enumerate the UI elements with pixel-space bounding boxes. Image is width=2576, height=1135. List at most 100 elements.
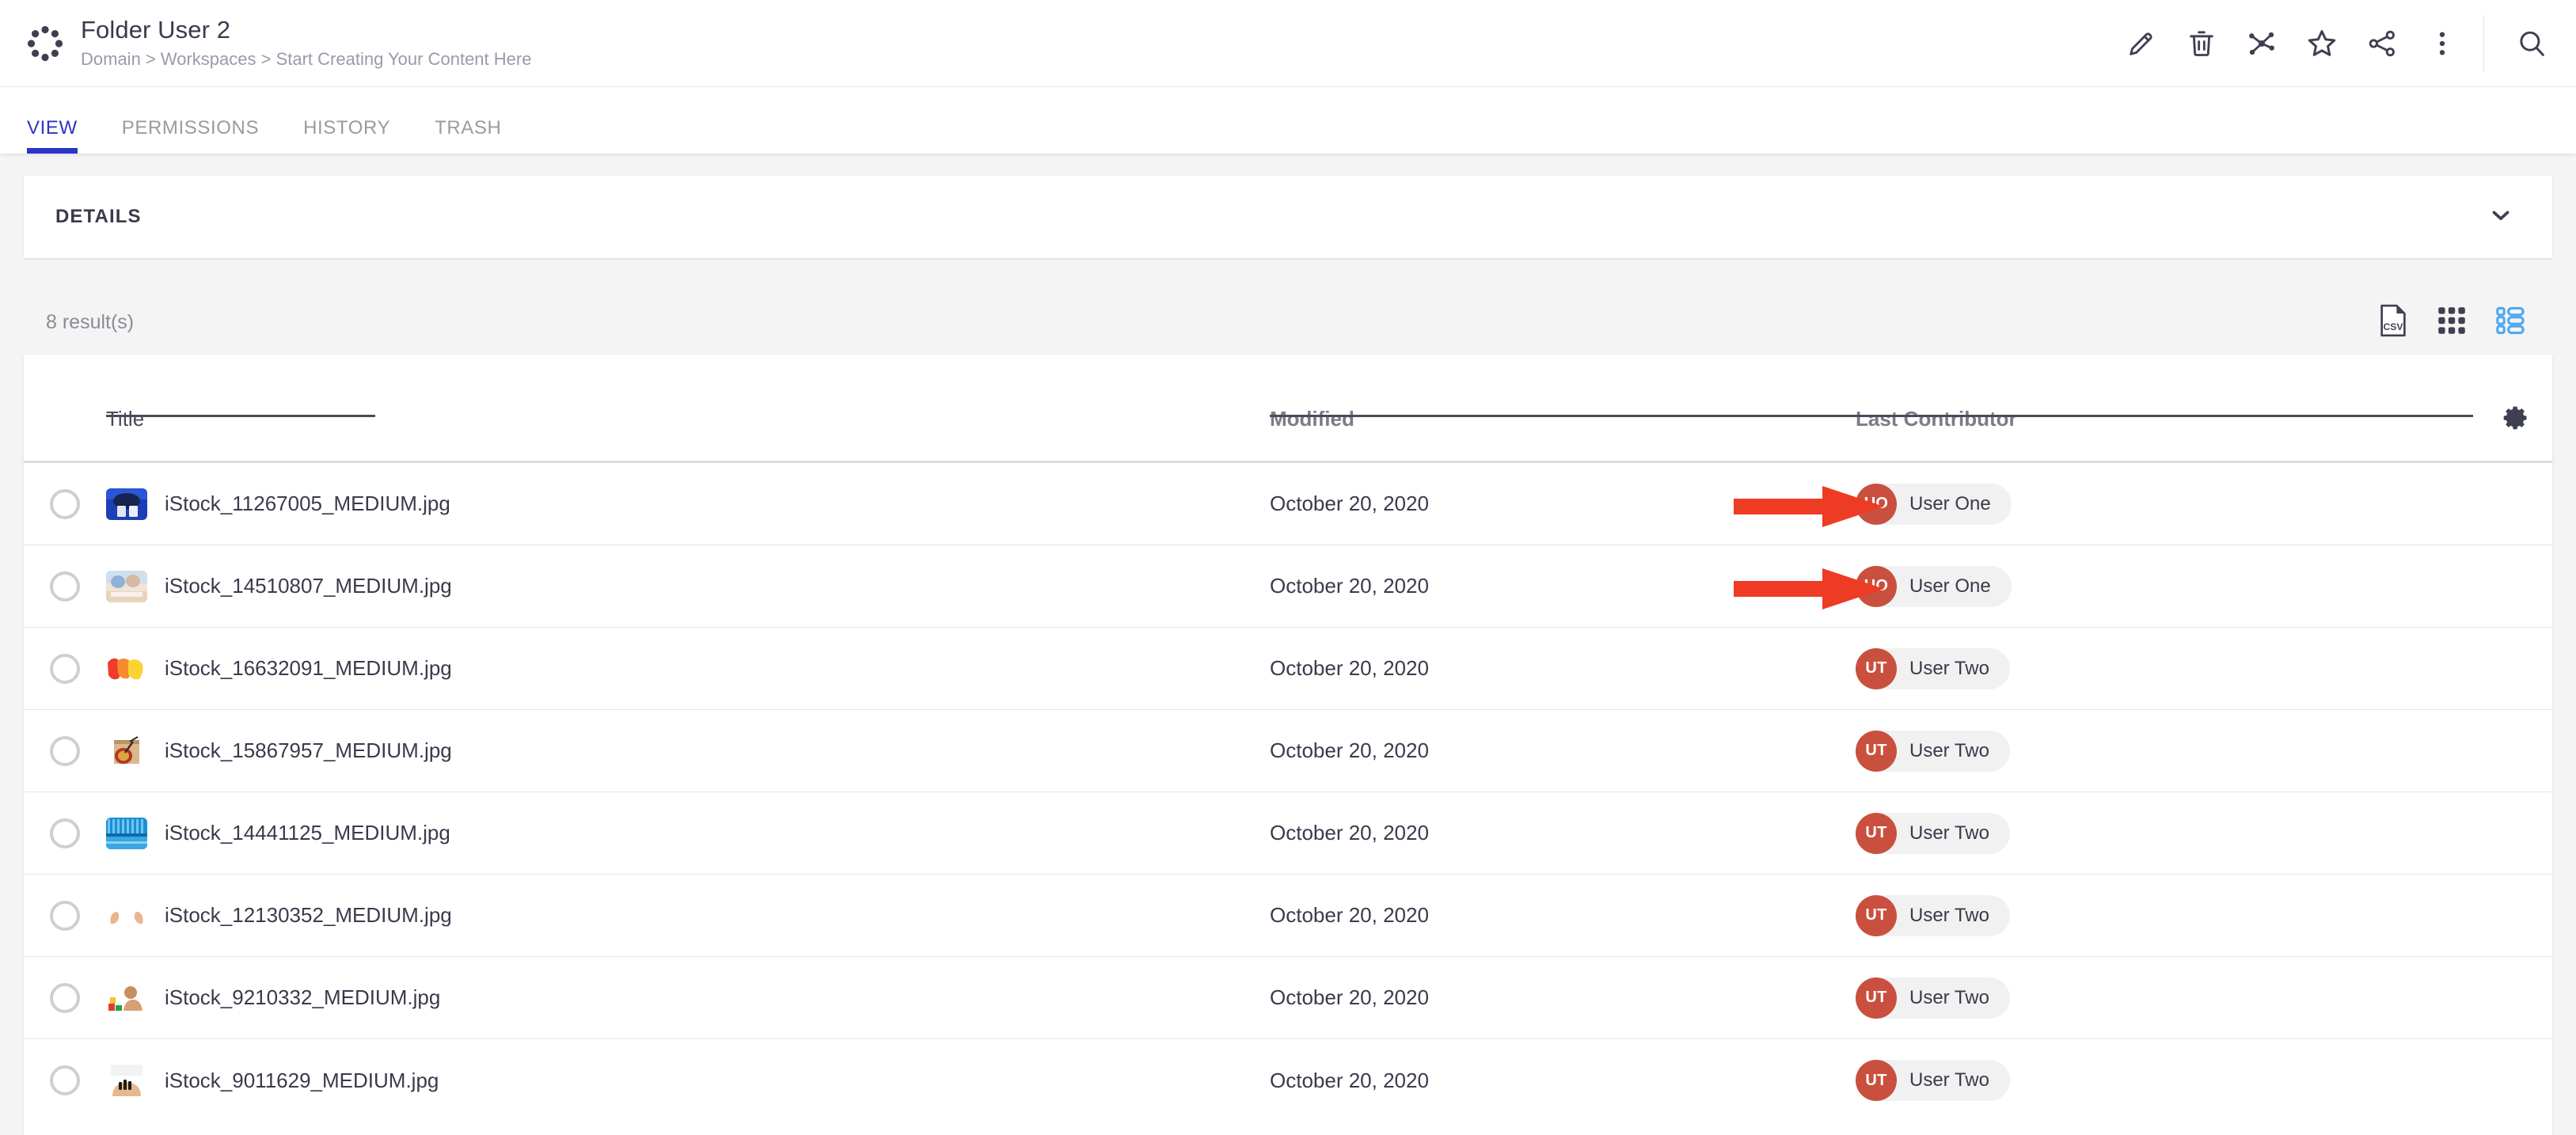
more-button[interactable] [2412, 13, 2472, 74]
details-collapse-button[interactable] [2487, 202, 2552, 233]
row-select-cell [24, 900, 106, 931]
header-left: Folder User 2 Domain > Workspaces > Star… [0, 15, 2111, 71]
export-csv-button[interactable]: CSV [2364, 298, 2422, 346]
row-contributor-cell: UO User One [1856, 483, 2552, 525]
table-row[interactable]: iStock_11267005_MEDIUM.jpg October 20, 20… [24, 463, 2552, 545]
avatar: UT [1856, 977, 1897, 1019]
svg-text:CSV: CSV [2384, 321, 2404, 332]
contributor-chip[interactable]: UT User Two [1856, 647, 2010, 689]
file-thumbnail [106, 652, 147, 685]
row-contributor-cell: UT User Two [1856, 977, 2552, 1019]
avatar: UT [1856, 647, 1897, 689]
avatar: UT [1856, 894, 1897, 936]
row-modified-cell: October 20, 2020 [1270, 738, 1429, 762]
file-name-link[interactable]: iStock_16632091_MEDIUM.jpg [165, 656, 452, 681]
table-row[interactable]: iStock_15867957_MEDIUM.jpg October 20, 20… [24, 710, 2552, 792]
row-select-radio[interactable] [50, 900, 80, 931]
share-button[interactable] [2352, 13, 2412, 74]
row-select-radio[interactable] [50, 1065, 80, 1095]
details-title: DETAILS [55, 206, 142, 227]
row-select-cell [24, 735, 106, 766]
contributor-chip[interactable]: UT User Two [1856, 812, 2010, 854]
favorite-button[interactable] [2292, 13, 2352, 74]
row-select-radio[interactable] [50, 735, 80, 766]
share-icon [2366, 28, 2398, 59]
table-row[interactable]: iStock_9011629_MEDIUM.jpg October 20, 202… [24, 1039, 2552, 1122]
relations-button[interactable] [2232, 13, 2292, 74]
tab-view-label: VIEW [27, 117, 78, 139]
edit-button[interactable] [2111, 13, 2171, 74]
table-settings-button[interactable] [2502, 404, 2530, 436]
delete-button[interactable] [2171, 13, 2232, 74]
contributor-name: User Two [1909, 657, 1989, 679]
contributor-chip[interactable]: UT User Two [1856, 1060, 2010, 1101]
tab-history[interactable]: HISTORY [303, 117, 390, 154]
row-select-radio[interactable] [50, 488, 80, 519]
tab-permissions[interactable]: PERMISSIONS [122, 117, 259, 154]
file-name-link[interactable]: iStock_15867957_MEDIUM.jpg [165, 738, 452, 763]
contributor-name: User Two [1909, 739, 1989, 761]
contributor-chip[interactable]: UO User One [1856, 565, 2012, 607]
table-row[interactable]: iStock_14441125_MEDIUM.jpg October 20, 20… [24, 792, 2552, 875]
header-cell-modified[interactable]: Modified [1270, 355, 1856, 431]
row-select-radio[interactable] [50, 982, 80, 1013]
row-select-cell [24, 488, 106, 519]
list-view-button[interactable] [2481, 298, 2540, 346]
csv-file-icon: CSV [2379, 304, 2407, 341]
details-panel[interactable]: DETAILS [24, 176, 2552, 258]
network-icon [2246, 28, 2278, 59]
header-underline-modified [1270, 415, 1856, 417]
row-contributor-cell: UT User Two [1856, 812, 2552, 854]
contributor-chip[interactable]: UT User Two [1856, 730, 2010, 772]
file-name-link[interactable]: iStock_14441125_MEDIUM.jpg [165, 821, 450, 845]
tab-trash[interactable]: TRASH [435, 117, 501, 154]
tab-bar: VIEW PERMISSIONS HISTORY TRASH [0, 87, 2576, 154]
header-label-contributor: Last Contributor [1856, 407, 2017, 431]
header-divider [2483, 14, 2484, 72]
row-select-radio[interactable] [50, 653, 80, 684]
row-modified-cell: October 20, 2020 [1270, 656, 1429, 680]
header-label-title: Title [106, 407, 145, 431]
results-toolbar: 8 result(s) CSV [0, 294, 2576, 350]
file-thumbnail [106, 735, 147, 767]
file-thumbnail [106, 981, 147, 1014]
more-vertical-icon [2426, 28, 2458, 59]
grid-view-button[interactable] [2422, 298, 2481, 346]
row-select-radio[interactable] [50, 571, 80, 602]
search-button[interactable] [2502, 13, 2562, 74]
tab-view[interactable]: VIEW [27, 117, 78, 154]
table-row[interactable]: iStock_14510807_MEDIUM.jpg October 20, 20… [24, 545, 2552, 628]
row-select-radio[interactable] [50, 818, 80, 848]
contributor-chip[interactable]: UO User One [1856, 483, 2012, 525]
star-icon [2305, 27, 2339, 60]
contributor-chip[interactable]: UT User Two [1856, 977, 2010, 1019]
file-thumbnail [106, 899, 147, 932]
breadcrumb[interactable]: Domain > Workspaces > Start Creating You… [81, 47, 531, 71]
file-thumbnail [106, 488, 147, 520]
header-cell-contributor[interactable]: Last Contributor [1856, 355, 2552, 431]
file-name-link[interactable]: iStock_11267005_MEDIUM.jpg [165, 492, 450, 516]
row-title-cell: iStock_14441125_MEDIUM.jpg [106, 817, 1270, 849]
search-icon [2515, 27, 2548, 60]
table-row[interactable]: iStock_12130352_MEDIUM.jpg October 20, 20… [24, 875, 2552, 957]
file-name-link[interactable]: iStock_12130352_MEDIUM.jpg [165, 903, 452, 928]
row-title-cell: iStock_11267005_MEDIUM.jpg [106, 488, 1270, 520]
avatar: UT [1856, 730, 1897, 772]
row-select-cell [24, 653, 106, 684]
row-modified-cell: October 20, 2020 [1270, 985, 1429, 1009]
application-window: Folder User 2 Domain > Workspaces > Star… [0, 0, 2576, 1135]
file-name-link[interactable]: iStock_14510807_MEDIUM.jpg [165, 574, 452, 598]
row-title-cell: iStock_16632091_MEDIUM.jpg [106, 652, 1270, 685]
file-name-link[interactable]: iStock_9011629_MEDIUM.jpg [165, 1069, 439, 1093]
row-modified-cell: October 20, 2020 [1270, 574, 1429, 598]
tab-trash-label: TRASH [435, 117, 502, 139]
file-name-link[interactable]: iStock_9210332_MEDIUM.jpg [165, 985, 440, 1010]
row-modified-cell: October 20, 2020 [1270, 492, 1429, 515]
chevron-down-icon [2487, 202, 2514, 233]
table-header-row: Title Modified Last Contributor [24, 355, 2552, 463]
table-row[interactable]: iStock_9210332_MEDIUM.jpg October 20, 202… [24, 957, 2552, 1039]
table-row[interactable]: iStock_16632091_MEDIUM.jpg October 20, 20… [24, 628, 2552, 710]
contributor-chip[interactable]: UT User Two [1856, 894, 2010, 936]
header-label-modified: Modified [1270, 407, 1354, 431]
header-cell-title[interactable]: Title [106, 355, 1270, 431]
